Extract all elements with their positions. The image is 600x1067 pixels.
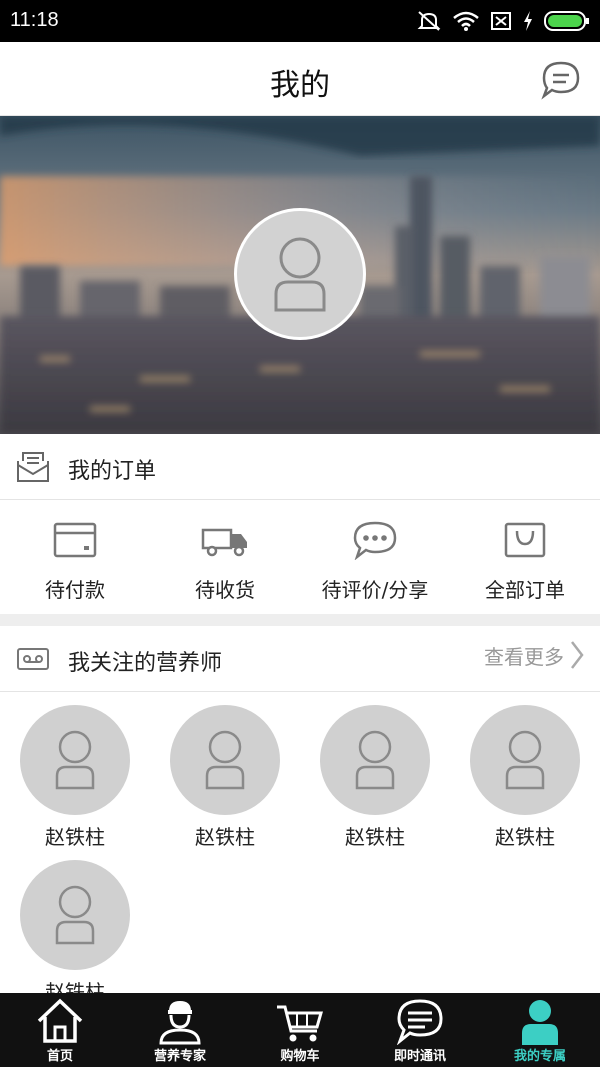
nutritionist-section-header: 我关注的营养师 查看更多 [0, 626, 600, 692]
status-icons [416, 8, 590, 34]
nav-item-cart[interactable]: 购物车 [240, 993, 360, 1067]
order-all[interactable]: 全部订单 [450, 502, 600, 614]
chat-icon [541, 61, 580, 100]
order-pending-delivery[interactable]: 待收货 [150, 502, 300, 614]
wifi-icon [453, 11, 479, 31]
person-icon [205, 730, 245, 790]
nutritionist-card[interactable]: 赵铁柱 [0, 693, 150, 853]
nutritionist-name: 赵铁柱 [345, 825, 405, 849]
nav-item-experts[interactable]: 营养专家 [120, 993, 240, 1067]
expert-icon [159, 1001, 201, 1045]
mail-tray-icon [17, 452, 49, 482]
person-icon [505, 730, 545, 790]
truck-icon [201, 528, 247, 557]
profile-banner [0, 116, 600, 434]
bottom-navigation: 首页 营养专家 购物车 即时通讯 我的专属 [0, 993, 600, 1067]
nutritionist-section-title: 我关注的营养师 [68, 651, 223, 676]
order-label: 待评价/分享 [321, 578, 429, 602]
order-pending-review[interactable]: 待评价/分享 [300, 502, 450, 614]
nav-item-profile[interactable]: 我的专属 [480, 993, 600, 1067]
message-button[interactable] [540, 60, 582, 100]
order-status-row: 待付款 待收货 待评价/分享 全部订单 [0, 502, 600, 614]
person-icon [55, 730, 95, 790]
nutritionist-name: 赵铁柱 [45, 825, 105, 849]
nutritionist-avatar [20, 860, 130, 970]
orders-section-title: 我的订单 [68, 459, 157, 484]
person-icon [355, 730, 395, 790]
nutritionist-card[interactable]: 赵铁柱 [0, 848, 150, 1008]
sim-off-icon [491, 12, 511, 30]
user-avatar[interactable] [234, 208, 366, 340]
order-pending-payment[interactable]: 待付款 [0, 502, 150, 614]
nutritionist-card[interactable]: 赵铁柱 [300, 693, 450, 853]
view-more-label: 查看更多 [484, 644, 564, 669]
battery-icon [544, 11, 589, 31]
nutritionist-avatar [470, 705, 580, 815]
home-icon [37, 998, 83, 1043]
chat-bubble-icon [353, 521, 397, 560]
status-bar: 11:18 [0, 0, 600, 42]
person-icon [274, 237, 326, 312]
person-icon [55, 885, 95, 945]
mute-icon [417, 11, 441, 31]
status-time: 11:18 [10, 9, 59, 31]
message-icon [396, 999, 443, 1045]
nutritionist-card[interactable]: 赵铁柱 [150, 693, 300, 853]
header: 我的 [0, 42, 600, 116]
nav-label: 营养专家 [153, 1049, 206, 1064]
page-title: 我的 [270, 68, 330, 103]
order-label: 待收货 [195, 578, 255, 602]
nav-label: 购物车 [280, 1049, 320, 1064]
order-label: 全部订单 [485, 578, 565, 602]
profile-icon [522, 1000, 558, 1045]
section-divider [0, 614, 600, 626]
orders-section-header[interactable]: 我的订单 [0, 434, 600, 500]
nav-item-home[interactable]: 首页 [0, 993, 120, 1067]
order-label: 待付款 [45, 578, 105, 602]
nav-label: 我的专属 [513, 1049, 566, 1064]
nutritionist-name: 赵铁柱 [195, 825, 255, 849]
bag-icon [504, 522, 546, 558]
nutritionist-avatar [20, 705, 130, 815]
nutritionist-card[interactable]: 赵铁柱 [450, 693, 600, 853]
nav-label: 即时通讯 [393, 1049, 446, 1064]
nav-label: 首页 [46, 1049, 73, 1064]
chevron-right-icon [571, 641, 584, 669]
charging-icon [524, 11, 532, 31]
nutritionist-grid: 赵铁柱 赵铁柱 赵铁柱 赵铁柱 赵铁柱 [0, 693, 600, 1004]
view-more-link[interactable]: 查看更多 [484, 640, 584, 670]
nutritionist-name: 赵铁柱 [495, 825, 555, 849]
nutritionist-avatar [170, 705, 280, 815]
voicemail-icon [17, 648, 49, 670]
card-icon [53, 522, 97, 558]
nutritionist-avatar [320, 705, 430, 815]
nav-item-messages[interactable]: 即时通讯 [360, 993, 480, 1067]
cart-icon [277, 1005, 323, 1042]
